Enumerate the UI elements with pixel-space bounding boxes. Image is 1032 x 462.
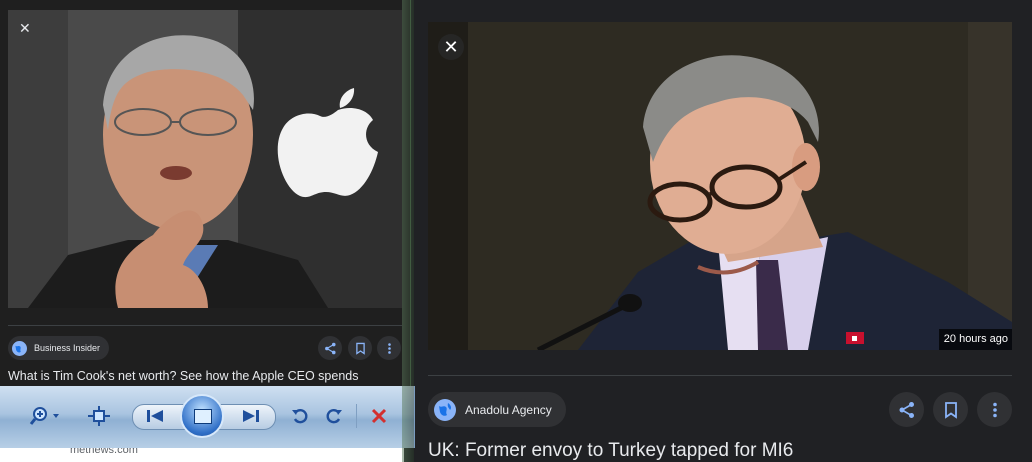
more-options-button[interactable] [977,392,1012,427]
actual-size-icon [88,406,110,426]
article-headline[interactable]: UK: Former envoy to Turkey tapped for MI… [428,440,793,462]
bookmark-icon [355,342,365,355]
viewer-window-edge [402,0,414,462]
divider [8,325,402,326]
bookmark-icon [944,401,957,419]
photo-viewer-toolbar [0,386,415,448]
close-button[interactable]: ✕ [19,20,31,37]
source-chip[interactable]: Anadolu Agency [428,392,566,427]
rotate-counterclockwise-button[interactable] [288,404,312,428]
bookmark-button[interactable] [348,336,372,360]
bookmark-button[interactable] [933,392,968,427]
article-photo-man-glasses [428,22,1012,350]
share-button[interactable] [318,336,342,360]
news-card-right[interactable]: ✕ 20 hours ago Anadolu Agency UK: Former… [416,0,1032,462]
source-name: Business Insider [34,343,101,353]
article-headline[interactable]: What is Tim Cook's net worth? See how th… [8,369,358,383]
previous-icon [147,410,163,422]
rotate-clockwise-button[interactable] [322,404,346,428]
next-icon [243,410,259,422]
more-options-button[interactable] [377,336,401,360]
source-chip[interactable]: Business Insider [8,336,110,360]
globe-icon [12,340,27,356]
article-image[interactable]: ✕ [8,10,402,308]
delete-button[interactable] [366,404,392,428]
news-card-left[interactable]: ✕ Business Insider What is Tim Cook's ne… [0,0,411,386]
delete-icon [371,408,387,424]
actual-size-button[interactable] [86,404,112,428]
rotate-ccw-icon [292,409,308,424]
slideshow-icon [194,409,212,424]
slideshow-button[interactable] [180,394,224,438]
zoom-button[interactable] [28,404,64,428]
divider [428,375,1012,376]
timestamp-badge: 20 hours ago [938,329,1012,350]
more-vert-icon [992,402,997,417]
article-photo-man-apple-logo [8,10,402,308]
share-icon [324,342,336,354]
close-button[interactable]: ✕ [438,34,464,60]
next-button[interactable] [236,406,266,426]
source-name: Anadolu Agency [465,402,552,417]
globe-icon [434,398,456,421]
more-vert-icon [387,342,391,354]
article-image[interactable]: ✕ 20 hours ago [428,22,1012,350]
card-top-strip [416,0,1032,22]
share-icon [899,401,914,418]
zoom-icon [29,407,59,425]
previous-button[interactable] [140,406,170,426]
background-page-strip [0,448,404,462]
toolbar-separator [356,404,357,428]
rotate-cw-icon [326,409,342,424]
share-button[interactable] [889,392,924,427]
